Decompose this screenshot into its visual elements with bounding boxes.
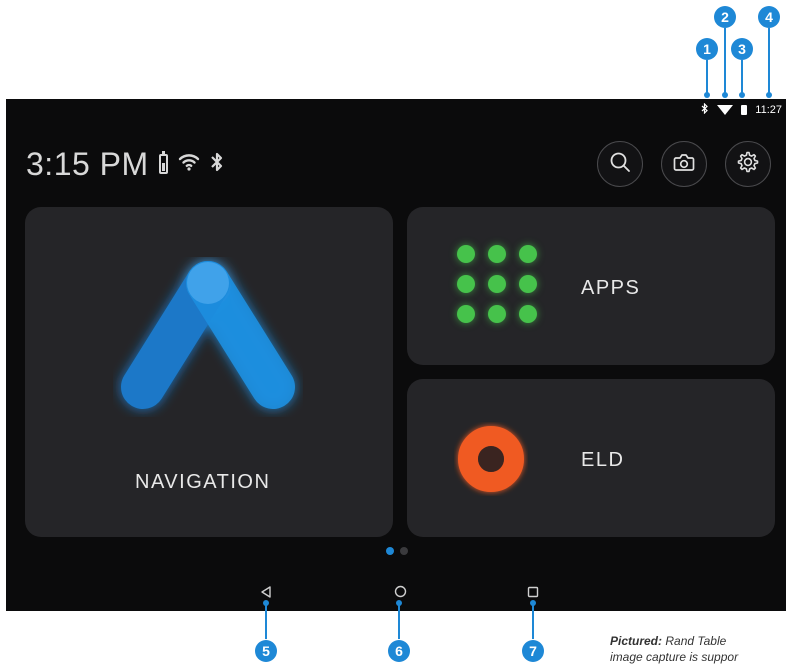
- bluetooth-icon: [701, 102, 709, 117]
- app-grid-dot: [519, 305, 537, 323]
- callout-badge: 2: [714, 6, 736, 28]
- callout-3: 3: [731, 38, 753, 100]
- caption-line-2: image capture is suppor: [610, 650, 739, 664]
- navigation-tile[interactable]: NAVIGATION: [25, 207, 393, 537]
- battery-icon: [158, 151, 168, 174]
- callout-badge: 7: [522, 640, 544, 662]
- app-grid-dot: [519, 275, 537, 293]
- system-status-bar: 11:27: [6, 99, 786, 121]
- callout-line: [265, 604, 267, 640]
- bluetooth-icon: [210, 151, 224, 178]
- callout-line: [741, 60, 743, 94]
- navigation-logo-icon: [113, 257, 303, 417]
- clock-time: 3:15 PM: [26, 145, 149, 182]
- search-icon: [609, 151, 631, 178]
- page-indicator: [386, 547, 408, 555]
- app-grid-dot: [457, 245, 475, 263]
- battery-icon: [741, 105, 748, 115]
- device-screen: 11:27 3:15 PM NAVIGATION APPS ELD: [6, 99, 786, 611]
- callout-5: 5: [255, 600, 277, 662]
- settings-button[interactable]: [725, 141, 771, 187]
- callout-6: 6: [388, 600, 410, 662]
- apps-tile[interactable]: APPS: [407, 207, 775, 365]
- image-caption: Pictured: Rand Table image capture is su…: [610, 633, 786, 665]
- callout-dot: [766, 92, 772, 98]
- header-clock: 3:15 PM: [26, 143, 224, 185]
- wifi-icon: [717, 105, 734, 115]
- app-grid-dot: [457, 275, 475, 293]
- callout-line: [768, 28, 770, 94]
- app-grid-dot: [488, 305, 506, 323]
- app-grid-dot: [488, 245, 506, 263]
- gear-icon: [736, 150, 760, 179]
- callout-dot: [739, 92, 745, 98]
- callout-badge: 5: [255, 640, 277, 662]
- apps-label: APPS: [581, 277, 641, 299]
- page-dot-active[interactable]: [386, 547, 394, 555]
- callout-badge: 6: [388, 640, 410, 662]
- callout-line: [532, 604, 534, 640]
- app-grid-dot: [488, 275, 506, 293]
- camera-icon: [673, 152, 695, 177]
- callout-line: [706, 60, 708, 94]
- app-grid-dot: [519, 245, 537, 263]
- app-grid-icon: [457, 245, 537, 325]
- page-dot[interactable]: [400, 547, 408, 555]
- navigation-label: NAVIGATION: [135, 471, 271, 493]
- eld-label: ELD: [581, 449, 625, 471]
- callout-line: [398, 604, 400, 640]
- callout-7: 7: [522, 600, 544, 662]
- wifi-icon: [178, 153, 200, 176]
- callout-line: [724, 28, 726, 94]
- status-time: 11:27: [755, 104, 782, 116]
- eld-tile[interactable]: ELD: [407, 379, 775, 537]
- callout-dot: [704, 92, 710, 98]
- callout-4: 4: [758, 6, 780, 100]
- callout-badge: 3: [731, 38, 753, 60]
- eld-ring-icon: [453, 421, 529, 497]
- camera-button[interactable]: [661, 141, 707, 187]
- caption-line-1: Pictured: Rand Table: [610, 634, 727, 648]
- search-button[interactable]: [597, 141, 643, 187]
- callout-badge: 4: [758, 6, 780, 28]
- app-grid-dot: [457, 305, 475, 323]
- callout-dot: [722, 92, 728, 98]
